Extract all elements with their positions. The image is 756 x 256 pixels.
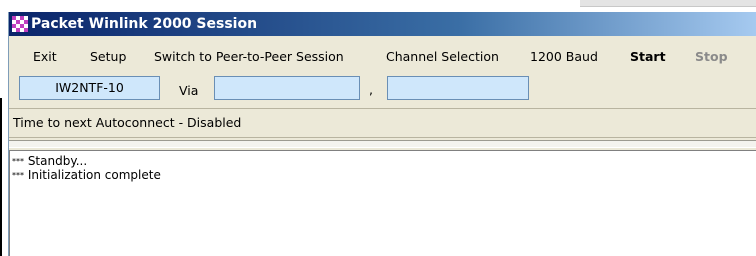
progress-bar bbox=[9, 140, 756, 148]
log-line: *** Initialization complete bbox=[12, 168, 755, 182]
via-field-2[interactable] bbox=[387, 76, 529, 100]
menu-stop[interactable]: Stop bbox=[695, 46, 728, 68]
divider bbox=[9, 137, 756, 138]
menu-baud-rate[interactable]: 1200 Baud bbox=[530, 46, 598, 68]
log-text: Initialization complete bbox=[24, 168, 161, 182]
log-prefix: *** bbox=[12, 171, 24, 180]
window-title: Packet Winlink 2000 Session bbox=[31, 16, 258, 32]
menu-exit[interactable]: Exit bbox=[33, 46, 57, 68]
background-window-edge bbox=[0, 98, 2, 256]
log-line: *** Standby... bbox=[12, 154, 755, 168]
via-field-1[interactable] bbox=[214, 76, 360, 100]
via-separator: , bbox=[369, 82, 373, 97]
background-window-strip bbox=[580, 0, 756, 7]
session-log[interactable]: *** Standby... *** Initialization comple… bbox=[9, 150, 756, 256]
menu-setup[interactable]: Setup bbox=[90, 46, 126, 68]
log-text: Standby... bbox=[24, 154, 88, 168]
divider bbox=[9, 108, 756, 109]
menu-channel-selection[interactable]: Channel Selection bbox=[386, 46, 499, 68]
menu-switch-peer-to-peer[interactable]: Switch to Peer-to-Peer Session bbox=[154, 46, 344, 68]
title-bar[interactable]: Packet Winlink 2000 Session bbox=[9, 12, 756, 36]
log-prefix: *** bbox=[12, 157, 24, 166]
menu-start[interactable]: Start bbox=[630, 46, 666, 68]
menu-bar: Exit Setup Switch to Peer-to-Peer Sessio… bbox=[9, 46, 756, 68]
app-icon bbox=[12, 16, 28, 32]
callsign-field[interactable]: IW2NTF-10 bbox=[19, 76, 160, 100]
via-label: Via bbox=[179, 83, 199, 98]
autoconnect-status: Time to next Autoconnect - Disabled bbox=[13, 115, 242, 130]
session-window: Packet Winlink 2000 Session Exit Setup S… bbox=[8, 12, 756, 256]
